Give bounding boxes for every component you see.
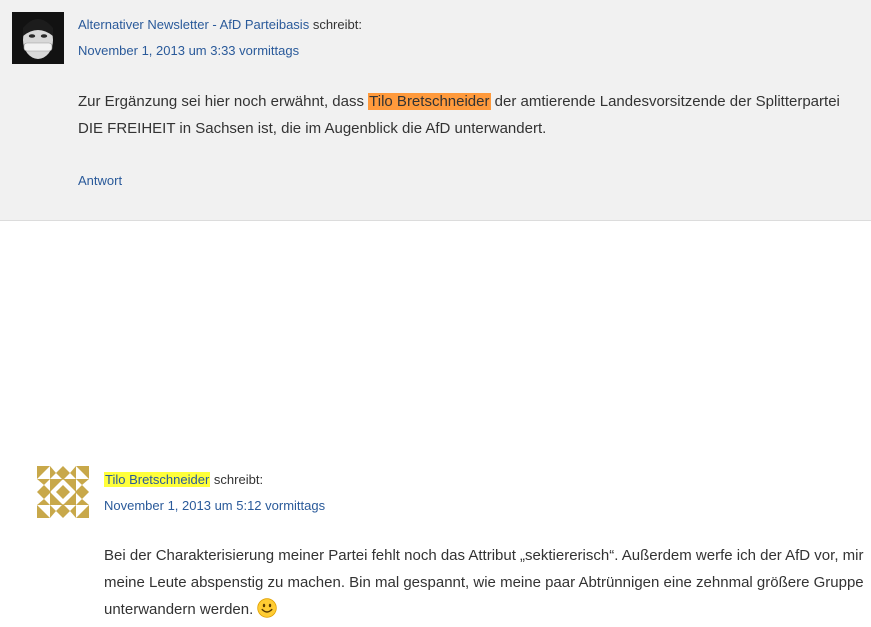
comment-date-link[interactable]: November 1, 2013 um 3:33 vormittags (78, 43, 299, 59)
comment-text-part: Bei der Charakterisierung meiner Partei … (104, 547, 864, 618)
avatar (12, 12, 64, 64)
comment-2: Tilo Bretschneider schreibt: November 1,… (0, 221, 871, 618)
comment-author-link[interactable]: Alternativer Newsletter - AfD Parteibasi… (78, 17, 309, 32)
highlighted-name: Tilo Bretschneider (368, 93, 491, 110)
reply-button[interactable]: Antwort (78, 173, 122, 189)
identicon-avatar-icon (37, 466, 89, 518)
comment-date-link[interactable]: November 1, 2013 um 5:12 vormittags (104, 498, 325, 514)
comment-author-link[interactable]: Tilo Bretschneider (104, 472, 211, 487)
comment-author-line: Alternativer Newsletter - AfD Parteibasi… (78, 17, 362, 33)
smiley-icon (257, 598, 277, 627)
says-label: schreibt: (213, 472, 264, 487)
avatar (37, 466, 89, 518)
avatar-photo-icon (12, 12, 64, 64)
comment-body: Bei der Charakterisierung meiner Partei … (104, 542, 864, 627)
says-label: schreibt: (312, 17, 362, 32)
comment-text-part: Zur Ergänzung sei hier noch erwähnt, das… (78, 93, 369, 110)
comment-body: Zur Ergänzung sei hier noch erwähnt, das… (78, 88, 858, 142)
comment-1: Alternativer Newsletter - AfD Parteibasi… (0, 0, 871, 221)
comment-author-line: Tilo Bretschneider schreibt: (104, 472, 263, 488)
